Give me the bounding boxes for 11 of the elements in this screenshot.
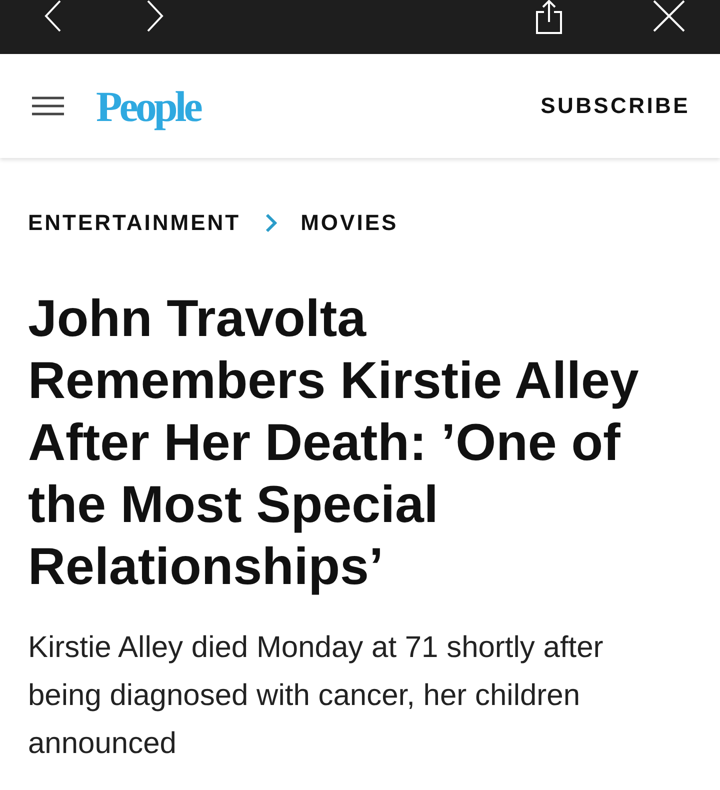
article-headline: John Travolta Remembers Kirstie Alley After Her Death: ’One of the Most Special Relationships’ (28, 289, 640, 598)
breadcrumb-link[interactable]: ENTERTAINMENT (28, 210, 241, 236)
close-icon[interactable] (652, 0, 686, 32)
menu-icon[interactable] (32, 96, 64, 116)
back-icon[interactable] (44, 0, 62, 32)
breadcrumb-link[interactable]: MOVIES (300, 210, 398, 236)
share-icon[interactable] (535, 0, 563, 34)
article-summary: Kirstie Alley died Monday at 71 shortly after being diagnosed with cancer, her children announced (28, 630, 604, 762)
subscribe-button[interactable]: SUBSCRIBE (540, 93, 690, 119)
chevron-icon (264, 213, 277, 233)
forward-icon[interactable] (146, 0, 164, 32)
